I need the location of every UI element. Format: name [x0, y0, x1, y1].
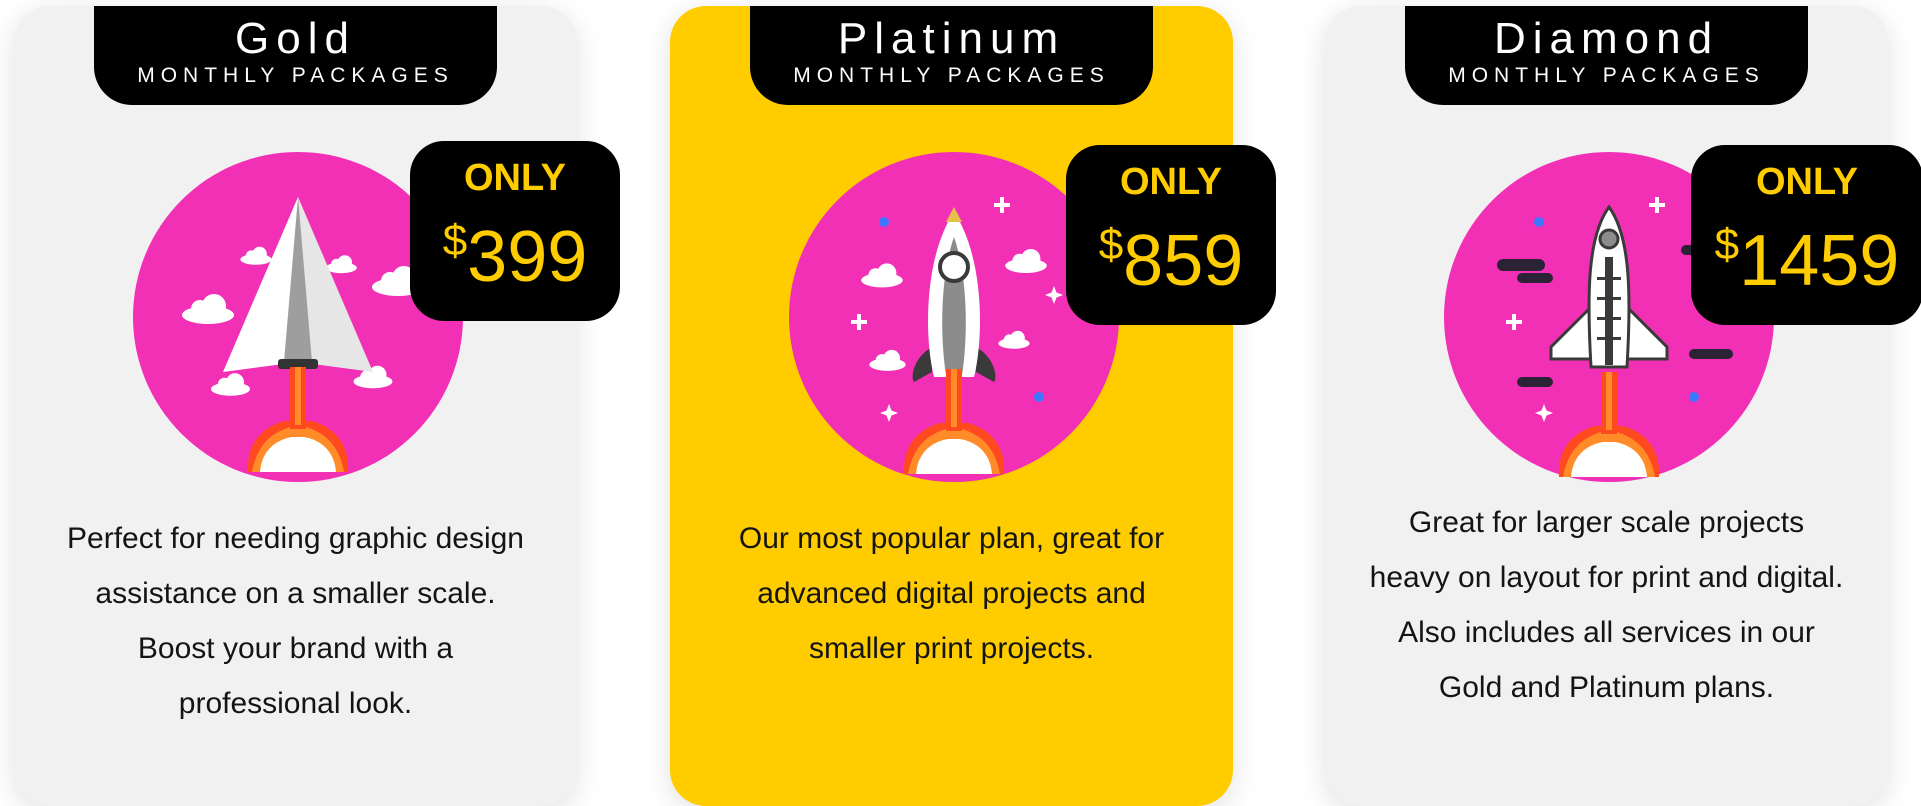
- plan-description: Our most popular plan, great for advance…: [738, 522, 1165, 665]
- currency-symbol: $: [442, 216, 468, 265]
- plan-card-gold: Gold MONTHLY PACKAGES ONLY $399 Perfect …: [14, 6, 620, 806]
- currency-symbol: $: [1714, 220, 1740, 269]
- price-amount: 859: [1123, 221, 1244, 301]
- plan-card-platinum: Platinum MONTHLY PACKAGES ONLY $859 Our …: [670, 6, 1276, 806]
- plan-subtitle: MONTHLY PACKAGES: [1448, 64, 1765, 87]
- price-prefix: ONLY: [1119, 161, 1223, 203]
- price-badge: ONLY $1459: [1691, 145, 1921, 325]
- plan-header: Platinum MONTHLY PACKAGES: [750, 6, 1153, 105]
- price-prefix: ONLY: [1755, 161, 1859, 203]
- plan-card-diamond: Diamond MONTHLY PACKAGES ONLY $1459 Grea…: [1325, 6, 1921, 806]
- price-prefix: ONLY: [463, 157, 567, 199]
- plan-name: Diamond: [1493, 14, 1720, 63]
- price-amount: 399: [467, 217, 588, 297]
- price-badge: ONLY $859: [1066, 145, 1276, 325]
- plan-name: Platinum: [837, 14, 1066, 63]
- plan-description: Great for larger scale projects heavy on…: [1369, 506, 1844, 704]
- price-amount: 1459: [1739, 221, 1900, 301]
- plan-description: Perfect for needing graphic design assis…: [67, 522, 524, 720]
- plan-name: Gold: [235, 14, 356, 63]
- plan-header: Gold MONTHLY PACKAGES: [94, 6, 497, 105]
- price-badge: ONLY $399: [410, 141, 620, 321]
- plan-subtitle: MONTHLY PACKAGES: [137, 64, 454, 87]
- plan-subtitle: MONTHLY PACKAGES: [793, 64, 1110, 87]
- currency-symbol: $: [1098, 220, 1124, 269]
- plan-header: Diamond MONTHLY PACKAGES: [1405, 6, 1808, 105]
